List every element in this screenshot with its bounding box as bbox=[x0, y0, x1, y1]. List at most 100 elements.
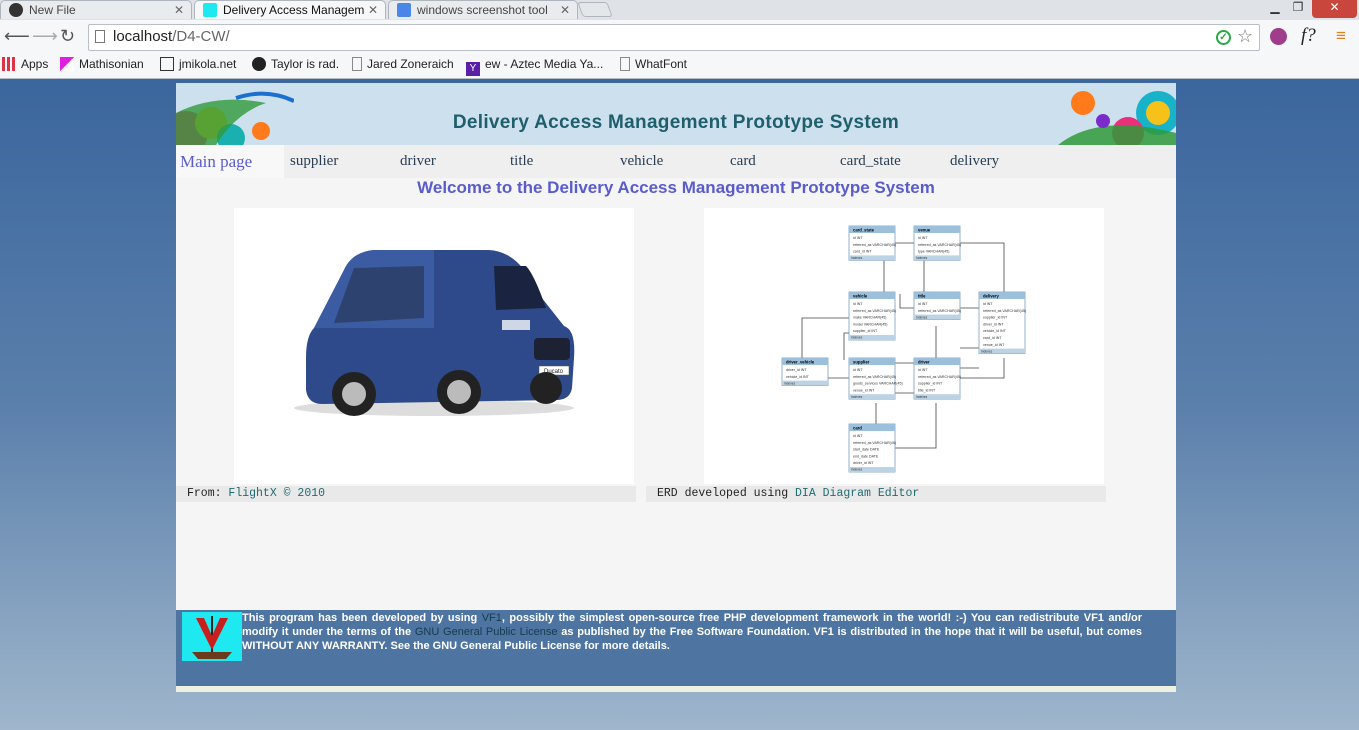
erd-column: card_id INT bbox=[983, 336, 1002, 340]
erd-column: referred_as VARCHAR(45) bbox=[918, 243, 961, 247]
erd-column: referred_as VARCHAR(45) bbox=[918, 375, 961, 379]
erd-column: venue_id INT bbox=[983, 343, 1005, 347]
nav-vehicle[interactable]: vehicle bbox=[620, 153, 663, 170]
bookmark-mathisonian[interactable]: Mathisonian bbox=[60, 57, 144, 71]
vf1-icon bbox=[203, 3, 217, 17]
nav-driver[interactable]: driver bbox=[400, 153, 436, 170]
tab-close-icon[interactable]: ✕ bbox=[560, 3, 570, 17]
address-url[interactable]: localhost/D4-CW/ bbox=[113, 28, 230, 45]
dia-diagram-editor-link[interactable]: DIA Diagram Editor bbox=[795, 487, 919, 500]
bookmark-taylor[interactable]: Taylor is rad. bbox=[252, 57, 339, 71]
vf1-link[interactable]: VF1 bbox=[482, 612, 502, 624]
new-tab-button[interactable] bbox=[577, 2, 613, 17]
erd-table-card: card id INT referred_as VARCHAR(45) start_d… bbox=[848, 423, 896, 473]
tab-close-icon[interactable]: ✕ bbox=[174, 3, 184, 17]
erd-column: referred_as VARCHAR(45) bbox=[983, 309, 1026, 313]
reload-icon[interactable]: ↻ bbox=[60, 26, 75, 47]
erd-table-title: card_state bbox=[853, 228, 875, 233]
nav-card[interactable]: card bbox=[730, 153, 756, 170]
page-icon bbox=[352, 57, 362, 71]
erd-table-vehicle: vehicle id INT referred_as VARCHAR(45) make… bbox=[848, 291, 896, 341]
flightx-link[interactable]: FlightX © 2010 bbox=[228, 487, 325, 500]
bookmark-star-icon[interactable]: ☆ bbox=[1237, 26, 1253, 47]
bookmark-jared[interactable]: Jared Zoneraich bbox=[352, 57, 454, 71]
erd-column: referred_as VARCHAR(45) bbox=[853, 309, 896, 313]
erd-column: model VARCHAR(45) bbox=[853, 322, 887, 326]
caption-prefix: ERD developed using bbox=[657, 487, 796, 500]
erd-column: vehicle_id INT bbox=[983, 329, 1007, 333]
erd-table-title: title id INT referred_as VARCHAR(45) Indexe… bbox=[913, 291, 961, 321]
erd-table-venue: venue id INT referred_as VARCHAR(45) type V… bbox=[913, 225, 961, 261]
caption-prefix: From: bbox=[187, 487, 229, 500]
bookmark-icon bbox=[252, 57, 266, 71]
nav-supplier[interactable]: supplier bbox=[290, 153, 338, 170]
erd-column: referred_as VARCHAR(45) bbox=[853, 375, 896, 379]
erd-table-title: driver bbox=[918, 360, 930, 365]
erd-indexes-label: Indexes bbox=[916, 395, 928, 399]
bookmark-label: Taylor is rad. bbox=[271, 57, 340, 71]
tab-close-icon[interactable]: ✕ bbox=[368, 3, 378, 17]
bookmark-label: Mathisonian bbox=[79, 57, 144, 71]
bookmark-icon bbox=[60, 57, 74, 71]
forward-icon[interactable]: ⟶ bbox=[32, 26, 58, 47]
browser-tab-delivery[interactable]: Delivery Access Managem ✕ bbox=[194, 0, 386, 19]
browser-tab-new-file[interactable]: New File ✕ bbox=[0, 0, 192, 19]
window-close-icon[interactable]: ✕ bbox=[1312, 0, 1357, 18]
erd-column: card_id INT bbox=[853, 250, 872, 254]
erd-column: referred_as VARCHAR(45) bbox=[853, 441, 896, 445]
nav-title[interactable]: title bbox=[510, 153, 533, 170]
erd-table-title: title bbox=[918, 294, 926, 299]
erd-indexes-label: Indexes bbox=[851, 468, 863, 472]
bookmark-label: Jared Zoneraich bbox=[367, 57, 454, 71]
erd-column: type VARCHAR(45) bbox=[918, 250, 950, 254]
maximize-icon[interactable]: ❐ bbox=[1288, 0, 1308, 18]
erd-column: id INT bbox=[918, 368, 928, 372]
erd-table-title: supplier bbox=[853, 360, 870, 365]
bookmark-jmikola[interactable]: jmikola.net bbox=[160, 57, 236, 71]
bookmark-icon bbox=[160, 57, 174, 71]
github-icon bbox=[9, 3, 23, 17]
bookmark-apps[interactable]: Apps bbox=[2, 57, 48, 71]
gpl-link[interactable]: GNU General Public License bbox=[415, 626, 558, 638]
erd-column: goods_services VARCHAR(45) bbox=[853, 382, 903, 386]
erd-column: make VARCHAR(45) bbox=[853, 316, 886, 320]
address-bar[interactable] bbox=[88, 24, 1260, 51]
bookmark-aztec[interactable]: Yew - Aztec Media Ya... bbox=[466, 57, 603, 76]
erd-column: id INT bbox=[918, 236, 928, 240]
check-icon[interactable]: ✓ bbox=[1216, 30, 1231, 45]
erd-image: card_state id INT referred_as VARCHAR(45) c… bbox=[704, 208, 1104, 484]
erd-column: driver_id INT bbox=[853, 461, 874, 465]
bookmark-whatfont[interactable]: WhatFont bbox=[620, 57, 687, 71]
extension-icon[interactable] bbox=[1270, 28, 1287, 45]
minimize-icon[interactable]: ▁ bbox=[1262, 0, 1288, 18]
erd-table-title: card bbox=[853, 426, 862, 431]
erd-column: venue_id INT bbox=[853, 388, 875, 392]
erd-table-card-state: card_stateid INT referred_as VARCHAR(45) c… bbox=[848, 225, 896, 261]
erd-column: title_id INT bbox=[918, 388, 936, 392]
whatfont-icon[interactable]: f? bbox=[1301, 25, 1316, 47]
erd-column: id INT bbox=[853, 368, 863, 372]
nav-main-page[interactable]: Main page bbox=[180, 152, 253, 172]
nav-card-state[interactable]: card_state bbox=[840, 153, 901, 170]
erd-column: id INT bbox=[918, 302, 928, 306]
erd-column: id INT bbox=[983, 302, 993, 306]
url-path: /D4-CW/ bbox=[172, 28, 230, 45]
back-icon[interactable]: ⟵ bbox=[4, 26, 30, 47]
erd-table-title: delivery bbox=[983, 294, 1000, 299]
erd-column: id INT bbox=[853, 236, 863, 240]
erd-caption: ERD developed using DIA Diagram Editor bbox=[646, 486, 1106, 502]
nav-delivery[interactable]: delivery bbox=[950, 153, 999, 170]
bookmark-label: jmikola.net bbox=[179, 57, 237, 71]
erd-column: vehicle_id INT bbox=[786, 375, 810, 379]
erd-indexes-label: Indexes bbox=[784, 381, 796, 385]
erd-column: driver_id INT bbox=[786, 368, 807, 372]
page-icon bbox=[95, 30, 105, 43]
browser-tab-google[interactable]: windows screenshot tool ✕ bbox=[388, 0, 578, 19]
footer-text-part: This program has been developed by using bbox=[242, 612, 482, 624]
bookmark-label: WhatFont bbox=[635, 57, 688, 71]
vf1-logo[interactable] bbox=[182, 612, 242, 661]
bookmark-label: ew - Aztec Media Ya... bbox=[485, 57, 604, 71]
menu-icon[interactable]: ≡ bbox=[1336, 26, 1346, 46]
erd-column: referred_as VARCHAR(45) bbox=[853, 243, 896, 247]
erd-indexes-label: Indexes bbox=[851, 395, 863, 399]
